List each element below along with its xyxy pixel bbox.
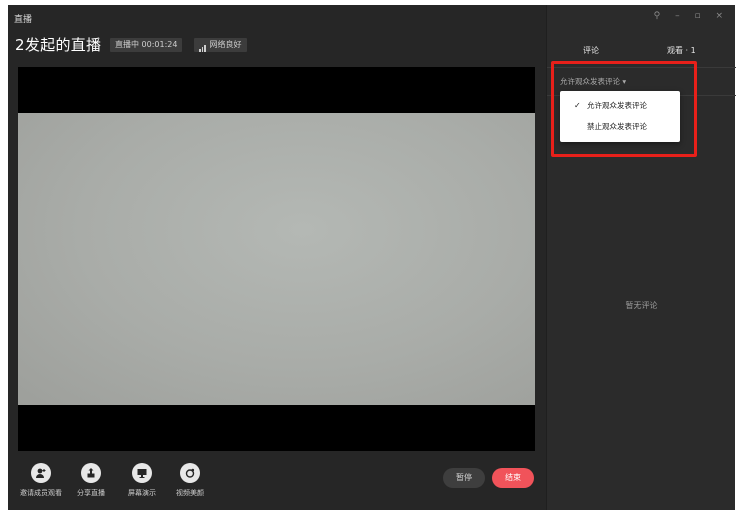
share-live-label: 分享直播 [77,489,105,497]
end-button[interactable]: 结束 [492,468,534,488]
camera-frame [18,113,535,405]
window-title: 直播 [14,15,33,25]
share-live-button[interactable]: 分享直播 [66,463,116,498]
beauty-filter-label: 视频美颜 [176,489,204,497]
beauty-icon [180,463,200,483]
live-window: 直播 2发起的直播 直播中 00:01:24 网络良好 邀请成员观看 分享直播 [8,5,736,510]
main-panel: 直播 2发起的直播 直播中 00:01:24 网络良好 邀请成员观看 分享直播 [8,5,546,510]
bottom-toolbar: 邀请成员观看 分享直播 屏幕演示 视频美颜 暂停 结束 [8,460,546,510]
tab-viewers[interactable]: 观看 · 1 [667,45,696,56]
no-comments-text: 暂无评论 [625,301,658,310]
pause-button[interactable]: 暂停 [443,468,485,488]
window-controls[interactable]: ⚲ – ▫ × [654,11,729,21]
invite-user-icon [31,463,51,483]
screen-share-icon [132,463,152,483]
video-preview [18,67,535,451]
invite-members-button[interactable]: 邀请成员观看 [16,463,66,498]
comments-panel: ⚲ – ▫ × 评论 观看 · 1 允许观众发表评论 ▾ ✓ 允许观众发表评论 … [546,5,736,510]
invite-members-label: 邀请成员观看 [20,489,62,497]
screen-share-label: 屏幕演示 [128,489,156,497]
live-status-badge: 直播中 00:01:24 [110,38,183,52]
highlight-box [551,61,697,157]
signal-icon [199,38,207,52]
network-status-badge: 网络良好 [194,38,247,52]
tab-comments[interactable]: 评论 [583,45,599,56]
live-title: 2发起的直播 [15,36,102,54]
screen-share-button[interactable]: 屏幕演示 [117,463,167,498]
share-icon [81,463,101,483]
beauty-filter-button[interactable]: 视频美颜 [165,463,215,498]
network-status-text: 网络良好 [209,40,242,49]
